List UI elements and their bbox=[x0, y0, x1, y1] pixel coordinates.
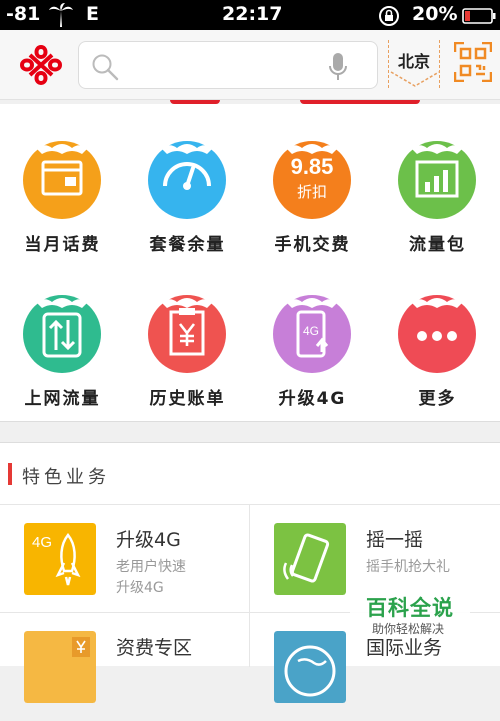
card-title: 摇一摇 bbox=[366, 529, 424, 551]
card-subtitle: 老用户快速 升级4G bbox=[116, 557, 186, 599]
card-title: 资费专区 bbox=[116, 637, 193, 659]
watermark: 百科全说 助你轻松解决 bbox=[350, 588, 470, 638]
grid-item-label: 更多 bbox=[418, 389, 457, 409]
city-selector[interactable]: 北京 bbox=[388, 40, 440, 88]
search-icon bbox=[92, 54, 119, 81]
app-header: 北京 bbox=[0, 30, 500, 100]
rotation-lock-icon bbox=[379, 6, 399, 26]
card-upgrade-4g[interactable]: 4G 升级4G 老用户快速 升级4G bbox=[0, 505, 249, 613]
microphone-icon[interactable] bbox=[327, 52, 349, 82]
phone-4g-icon: 4G bbox=[273, 295, 351, 373]
grid-item-monthly-bill[interactable]: 当月话费 bbox=[0, 140, 125, 260]
gauge-icon bbox=[148, 141, 226, 219]
grid-item-bill-history[interactable]: 历史账单 bbox=[125, 294, 250, 414]
rocket-4g-icon: 4G bbox=[24, 523, 96, 595]
chevron-down-icon bbox=[390, 71, 440, 87]
grid-item-upgrade-4g[interactable]: 4G 升级4G bbox=[250, 294, 375, 414]
grid-item-data-package[interactable]: 流量包 bbox=[375, 140, 500, 260]
section-accent-bar bbox=[8, 463, 12, 485]
up-down-arrows-icon bbox=[23, 295, 101, 373]
signal-strength: -81 bbox=[6, 3, 41, 25]
section-header: 特色业务 bbox=[0, 443, 500, 505]
rocket-4g-text: 4G bbox=[32, 534, 52, 551]
grid-item-label: 历史账单 bbox=[149, 389, 226, 409]
qr-scan-icon[interactable] bbox=[454, 42, 492, 82]
status-bar: -81 E 22:17 20% bbox=[0, 0, 500, 30]
grid-item-label: 手机交费 bbox=[274, 235, 351, 255]
card-title: 升级4G bbox=[116, 529, 181, 551]
quick-access-grid: 当月话费 套餐余量 9.85 折扣 手机交费 流量包 上网流量 历史账单 4G … bbox=[0, 104, 500, 422]
grid-item-label: 当月话费 bbox=[24, 235, 101, 255]
card-subtitle-line: 老用户快速 bbox=[116, 559, 186, 575]
bar-chart-icon bbox=[398, 141, 476, 219]
battery-icon bbox=[462, 8, 496, 24]
price-tag-icon bbox=[24, 631, 96, 703]
grid-item-label: 套餐余量 bbox=[149, 235, 226, 255]
china-unicom-logo[interactable] bbox=[16, 43, 66, 87]
more-dots-icon bbox=[398, 295, 476, 373]
city-name: 北京 bbox=[397, 52, 430, 71]
grid-item-phone-payment[interactable]: 9.85 折扣 手机交费 bbox=[250, 140, 375, 260]
globe-icon bbox=[274, 631, 346, 703]
clock: 22:17 bbox=[222, 3, 283, 25]
discount-value: 9.85 bbox=[291, 154, 334, 179]
grid-item-plan-balance[interactable]: 套餐余量 bbox=[125, 140, 250, 260]
grid-item-label: 升级4G bbox=[278, 389, 347, 409]
calendar-bill-icon bbox=[23, 141, 101, 219]
palm-tree-icon bbox=[49, 3, 73, 27]
watermark-subtitle: 助你轻松解决 bbox=[372, 622, 445, 636]
grid-item-label: 流量包 bbox=[409, 235, 466, 255]
battery-percent: 20% bbox=[412, 3, 458, 25]
discount-icon: 9.85 折扣 bbox=[273, 141, 351, 219]
search-input[interactable] bbox=[78, 41, 378, 89]
grid-item-data-usage[interactable]: 上网流量 bbox=[0, 294, 125, 414]
shake-phone-icon bbox=[274, 523, 346, 595]
network-type: E bbox=[86, 3, 99, 25]
card-tariff-zone[interactable]: 资费专区 bbox=[0, 613, 249, 721]
card-subtitle: 摇手机抢大礼 bbox=[366, 557, 450, 578]
yuan-receipt-icon bbox=[148, 295, 226, 373]
grid-item-more[interactable]: 更多 bbox=[375, 294, 500, 414]
discount-label: 折扣 bbox=[297, 183, 327, 201]
section-title: 特色业务 bbox=[22, 467, 110, 488]
card-subtitle-line: 摇手机抢大礼 bbox=[366, 559, 450, 575]
grid-item-label: 上网流量 bbox=[24, 389, 101, 409]
card-subtitle-line: 升级4G bbox=[116, 580, 164, 596]
watermark-title: 百科全说 bbox=[366, 596, 454, 620]
phone-4g-text: 4G bbox=[303, 324, 319, 338]
